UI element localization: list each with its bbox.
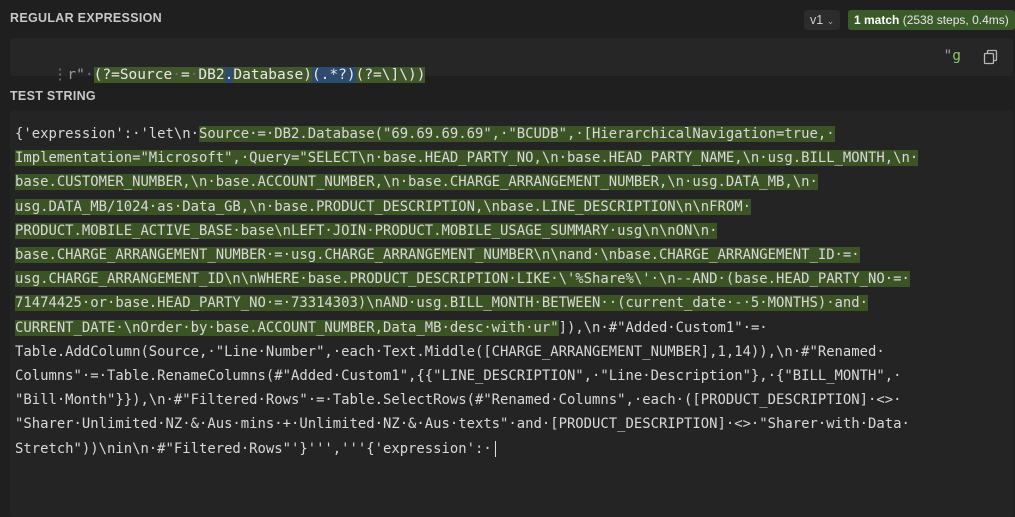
test-line: CURRENT_DATE·\nOrder·by·base.ACCOUNT_NUM… — [15, 316, 918, 340]
test-line-text: "Sharer·Unlimited·NZ·&·Aus·mins·+·Unlimi… — [15, 416, 910, 433]
match-highlight: PRODUCT.MOBILE_ACTIVE_BASE·base\nLEFT·JO… — [15, 222, 718, 239]
match-summary-badge: 1 match (2538 steps, 0.4ms) — [848, 10, 1015, 30]
match-highlight: Implementation="Microsoft",·Query="SELEC… — [15, 150, 919, 167]
regex-prefix: r" — [67, 67, 85, 83]
test-line: 71474425·or·base.HEAD_PARTY_NO·=·7331430… — [15, 291, 918, 315]
test-line: "Sharer·Unlimited·NZ·&·Aus·mins·+·Unlimi… — [15, 412, 918, 436]
copy-icon[interactable] — [983, 49, 999, 65]
match-highlight: usg.CHARGE_ARRANGEMENT_ID\n\nWHERE·base.… — [15, 271, 910, 288]
chevron-down-icon: ⌄ — [826, 16, 835, 26]
regex-lookahead-open: (?= — [93, 67, 120, 83]
regex-lookahead-two: (?=\]\)) — [355, 67, 426, 83]
test-line: Stretch"))\nin\n·#"Filtered·Rows"'}''','… — [15, 437, 918, 461]
test-line: usg.DATA_MB/1024·as·Data_GB,\n·base.PROD… — [15, 195, 918, 219]
test-line-text: Columns"·=·Table.RenameColumns(#"Added·C… — [15, 368, 902, 385]
regex-section-label: REGULAR EXPRESSION — [10, 11, 162, 25]
regex-lookahead-close: ) — [303, 67, 312, 83]
test-line: Table.AddColumn(Source,·"Line·Number",·e… — [15, 340, 918, 364]
match-highlight: Source·=·DB2.Database("69.69.69.69",·"BC… — [198, 126, 835, 142]
test-line: usg.CHARGE_ARRANGEMENT_ID\n\nWHERE·base.… — [15, 267, 918, 291]
regex-input[interactable]: ⋮r"·(?=Source·=·DB2.Database)(.*?)(?=\]\… — [10, 38, 1013, 83]
regex-capture-group: (.*?) — [311, 67, 356, 83]
test-string-input[interactable]: {'expression':·'let\n·Source·=·DB2.Datab… — [10, 110, 1013, 517]
flag-g: g — [952, 48, 961, 64]
match-stats: (2538 steps, 0.4ms) — [899, 13, 1009, 27]
test-line: {'expression':·'let\n·Source·=·DB2.Datab… — [15, 122, 918, 146]
match-highlight: 71474425·or·base.HEAD_PARTY_NO·=·7331430… — [15, 295, 869, 312]
drag-handle-icon[interactable]: ⋮ — [53, 67, 68, 83]
test-line: Implementation="Microsoft",·Query="SELEC… — [15, 146, 919, 170]
regex-db2: DB2 — [198, 67, 225, 83]
match-highlight: base.CHARGE_ARRANGEMENT_NUMBER·=·usg.CHA… — [15, 247, 860, 264]
test-line-text: ]),\n·#"Added·Custom1"·=· — [558, 319, 768, 336]
test-line: PRODUCT.MOBILE_ACTIVE_BASE·base\nLEFT·JO… — [15, 219, 918, 243]
test-line-text: "Bill·Month"}}),\n·#"Filtered·Rows"·=·Ta… — [15, 392, 902, 409]
match-highlight: usg.DATA_MB/1024·as·Data_GB,\n·base.PROD… — [15, 198, 751, 215]
test-line: Columns"·=·Table.RenameColumns(#"Added·C… — [15, 364, 918, 388]
test-line: base.CHARGE_ARRANGEMENT_NUMBER·=·usg.CHA… — [15, 243, 918, 267]
text-cursor — [494, 440, 496, 457]
match-highlight: CURRENT_DATE·\nOrder·by·base.ACCOUNT_NUM… — [15, 319, 559, 336]
test-string-content: {'expression':·'let\n·Source·=·DB2.Datab… — [15, 122, 919, 461]
test-line: "Bill·Month"}}),\n·#"Filtered·Rows"·=·Ta… — [15, 388, 918, 412]
regex-version-dropdown[interactable]: v1 ⌄ — [804, 10, 841, 30]
regex-equals: = — [180, 67, 190, 83]
match-highlight: base.CUSTOMER_NUMBER,\n·base.ACCOUNT_NUM… — [15, 174, 818, 191]
test-line: base.CUSTOMER_NUMBER,\n·base.ACCOUNT_NUM… — [15, 170, 918, 194]
test-section-label: TEST STRING — [10, 89, 96, 103]
regex-database: Database — [233, 67, 304, 83]
test-line-text: Stretch"))\nin\n·#"Filtered·Rows"'}''','… — [15, 440, 492, 457]
regex-source-word: Source — [119, 67, 173, 83]
regex-flags[interactable]: "g — [944, 48, 961, 64]
regex-delimiter-close: " — [943, 48, 953, 64]
match-count: 1 match — [854, 13, 900, 27]
version-label: v1 — [810, 13, 824, 27]
test-line-text: Table.AddColumn(Source,·"Line·Number",·e… — [15, 343, 885, 360]
test-line-text: {'expression':·'let\n· — [15, 126, 199, 142]
